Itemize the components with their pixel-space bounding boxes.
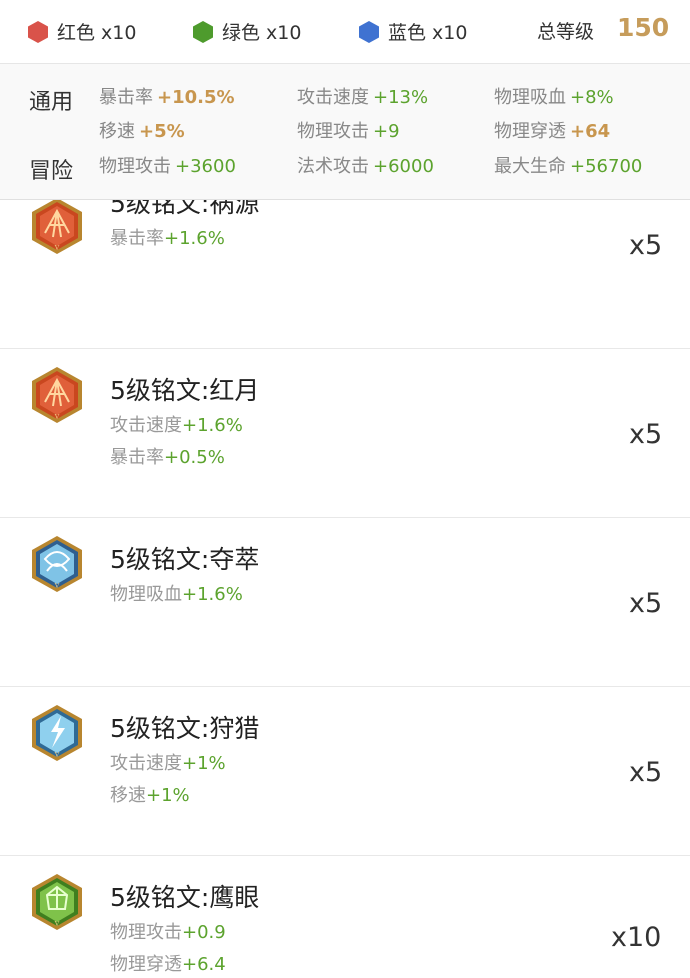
green-gem-label: 绿色 x10	[222, 22, 302, 44]
stat-value: +13%	[373, 87, 429, 108]
attribute-name: 物理攻击	[110, 922, 182, 943]
attribute-name: 暴击率	[110, 228, 164, 249]
inscription-attribute: 物理穿透+6.4	[110, 950, 226, 976]
total-level: 总等级 150	[537, 15, 669, 45]
stat-value: +9	[373, 121, 400, 142]
general-stat: 物理吸血 +8%	[494, 86, 614, 110]
adventure-stat: 最大生命 +56700	[494, 155, 642, 179]
inscription-row[interactable]: V 5级铭文:祸源 暴击率+1.6% x5	[0, 200, 690, 349]
blue-gem-count: 蓝色 x10	[358, 20, 467, 45]
adventure-stat: 法术攻击 +6000	[297, 155, 434, 179]
inscription-name: 5级铭文:狩猎	[110, 714, 260, 743]
adventure-category-label: 冒险	[29, 159, 74, 184]
inscription-list[interactable]: V 5级铭文:祸源 暴击率+1.6% x5 V 5级铭文:红月 攻击速度+1.6…	[0, 200, 690, 978]
attribute-name: 移速	[110, 785, 146, 806]
attribute-summary: 通用 冒险 暴击率 +10.5% 攻击速度 +13% 物理吸血 +8% 移速 +5% 物…	[0, 64, 690, 200]
stat-name: 移速	[99, 121, 135, 142]
stat-value: +56700	[570, 156, 643, 177]
stat-name: 物理攻击	[99, 156, 171, 177]
attribute-value: +1.6%	[182, 584, 243, 605]
stat-value: +5%	[139, 121, 185, 142]
inscription-attribute: 物理攻击+0.9	[110, 918, 226, 944]
inscription-attribute: 移速+1%	[110, 781, 190, 807]
inscription-row[interactable]: V 5级铭文:红月 攻击速度+1.6% 暴击率+0.5% x5	[0, 349, 690, 518]
total-level-label: 总等级	[537, 21, 595, 43]
attribute-name: 攻击速度	[110, 415, 182, 436]
attribute-value: +1.6%	[182, 415, 243, 436]
general-stat: 攻击速度 +13%	[297, 86, 428, 110]
attribute-value: +6.4	[182, 954, 226, 975]
stat-name: 最大生命	[494, 156, 566, 177]
green-hexagon-icon	[193, 21, 213, 43]
green-gem-count: 绿色 x10	[192, 20, 301, 45]
general-stat: 暴击率 +10.5%	[99, 86, 235, 110]
attribute-value: +1.6%	[164, 228, 225, 249]
red-gem-label: 红色 x10	[57, 22, 137, 44]
total-level-value: 150	[617, 13, 670, 42]
general-stat: 移速 +5%	[99, 120, 185, 144]
svg-text:V: V	[54, 751, 59, 759]
attribute-name: 暴击率	[110, 447, 164, 468]
red-hexagon-icon	[28, 21, 48, 43]
inscription-name: 5级铭文:红月	[110, 376, 260, 405]
stat-value: +6000	[373, 156, 434, 177]
attribute-value: +0.5%	[164, 447, 225, 468]
stat-name: 物理攻击	[297, 121, 369, 142]
inscription-name: 5级铭文:祸源	[110, 200, 260, 218]
stat-value: +10.5%	[157, 87, 235, 108]
stat-value: +64	[570, 121, 611, 142]
inscription-row[interactable]: V 5级铭文:鹰眼 物理攻击+0.9 物理穿透+6.4 x10	[0, 856, 690, 978]
green-inscription-icon: V	[32, 874, 82, 930]
attribute-value: +0.9	[182, 922, 226, 943]
stat-name: 物理吸血	[494, 87, 566, 108]
gem-summary-bar: 红色 x10 绿色 x10 蓝色 x10 总等级 150	[0, 0, 690, 64]
svg-text:V: V	[54, 582, 59, 590]
inscription-name: 5级铭文:夺萃	[110, 545, 260, 574]
inscription-name: 5级铭文:鹰眼	[110, 883, 260, 912]
stat-name: 物理穿透	[494, 121, 566, 142]
inscription-count: x10	[611, 922, 662, 953]
inscription-attribute: 攻击速度+1%	[110, 749, 226, 775]
attribute-value: +1%	[182, 753, 226, 774]
blue-inscription-icon: V	[32, 536, 82, 592]
attribute-value: +1%	[146, 785, 190, 806]
inscription-attribute: 暴击率+0.5%	[110, 443, 225, 469]
inscription-row[interactable]: V 5级铭文:夺萃 物理吸血+1.6% x5	[0, 518, 690, 687]
blue-lightning-inscription-icon: V	[32, 705, 82, 761]
svg-text:V: V	[54, 413, 59, 421]
inscription-row[interactable]: V 5级铭文:狩猎 攻击速度+1% 移速+1% x5	[0, 687, 690, 856]
inscription-attribute: 暴击率+1.6%	[110, 224, 225, 250]
svg-text:V: V	[54, 920, 59, 928]
red-gem-count: 红色 x10	[27, 20, 136, 45]
inscription-count: x5	[629, 588, 663, 619]
inscription-attribute: 攻击速度+1.6%	[110, 411, 243, 437]
stat-value: +8%	[570, 87, 614, 108]
attribute-name: 物理穿透	[110, 954, 182, 975]
inscription-attribute: 物理吸血+1.6%	[110, 580, 243, 606]
attribute-name: 攻击速度	[110, 753, 182, 774]
svg-text:V: V	[54, 244, 59, 252]
blue-gem-label: 蓝色 x10	[388, 22, 468, 44]
stat-value: +3600	[175, 156, 236, 177]
stat-name: 攻击速度	[297, 87, 369, 108]
general-stat: 物理穿透 +64	[494, 120, 610, 144]
inscription-count: x5	[629, 419, 663, 450]
red-inscription-icon: V	[32, 200, 82, 254]
stat-name: 暴击率	[99, 87, 153, 108]
inscription-count: x5	[629, 230, 663, 261]
inscription-count: x5	[629, 757, 663, 788]
attribute-name: 物理吸血	[110, 584, 182, 605]
adventure-stat: 物理攻击 +3600	[99, 155, 236, 179]
general-category-label: 通用	[29, 90, 74, 115]
general-stat: 物理攻击 +9	[297, 120, 400, 144]
red-inscription-icon: V	[32, 367, 82, 423]
blue-hexagon-icon	[359, 21, 379, 43]
stat-name: 法术攻击	[297, 156, 369, 177]
